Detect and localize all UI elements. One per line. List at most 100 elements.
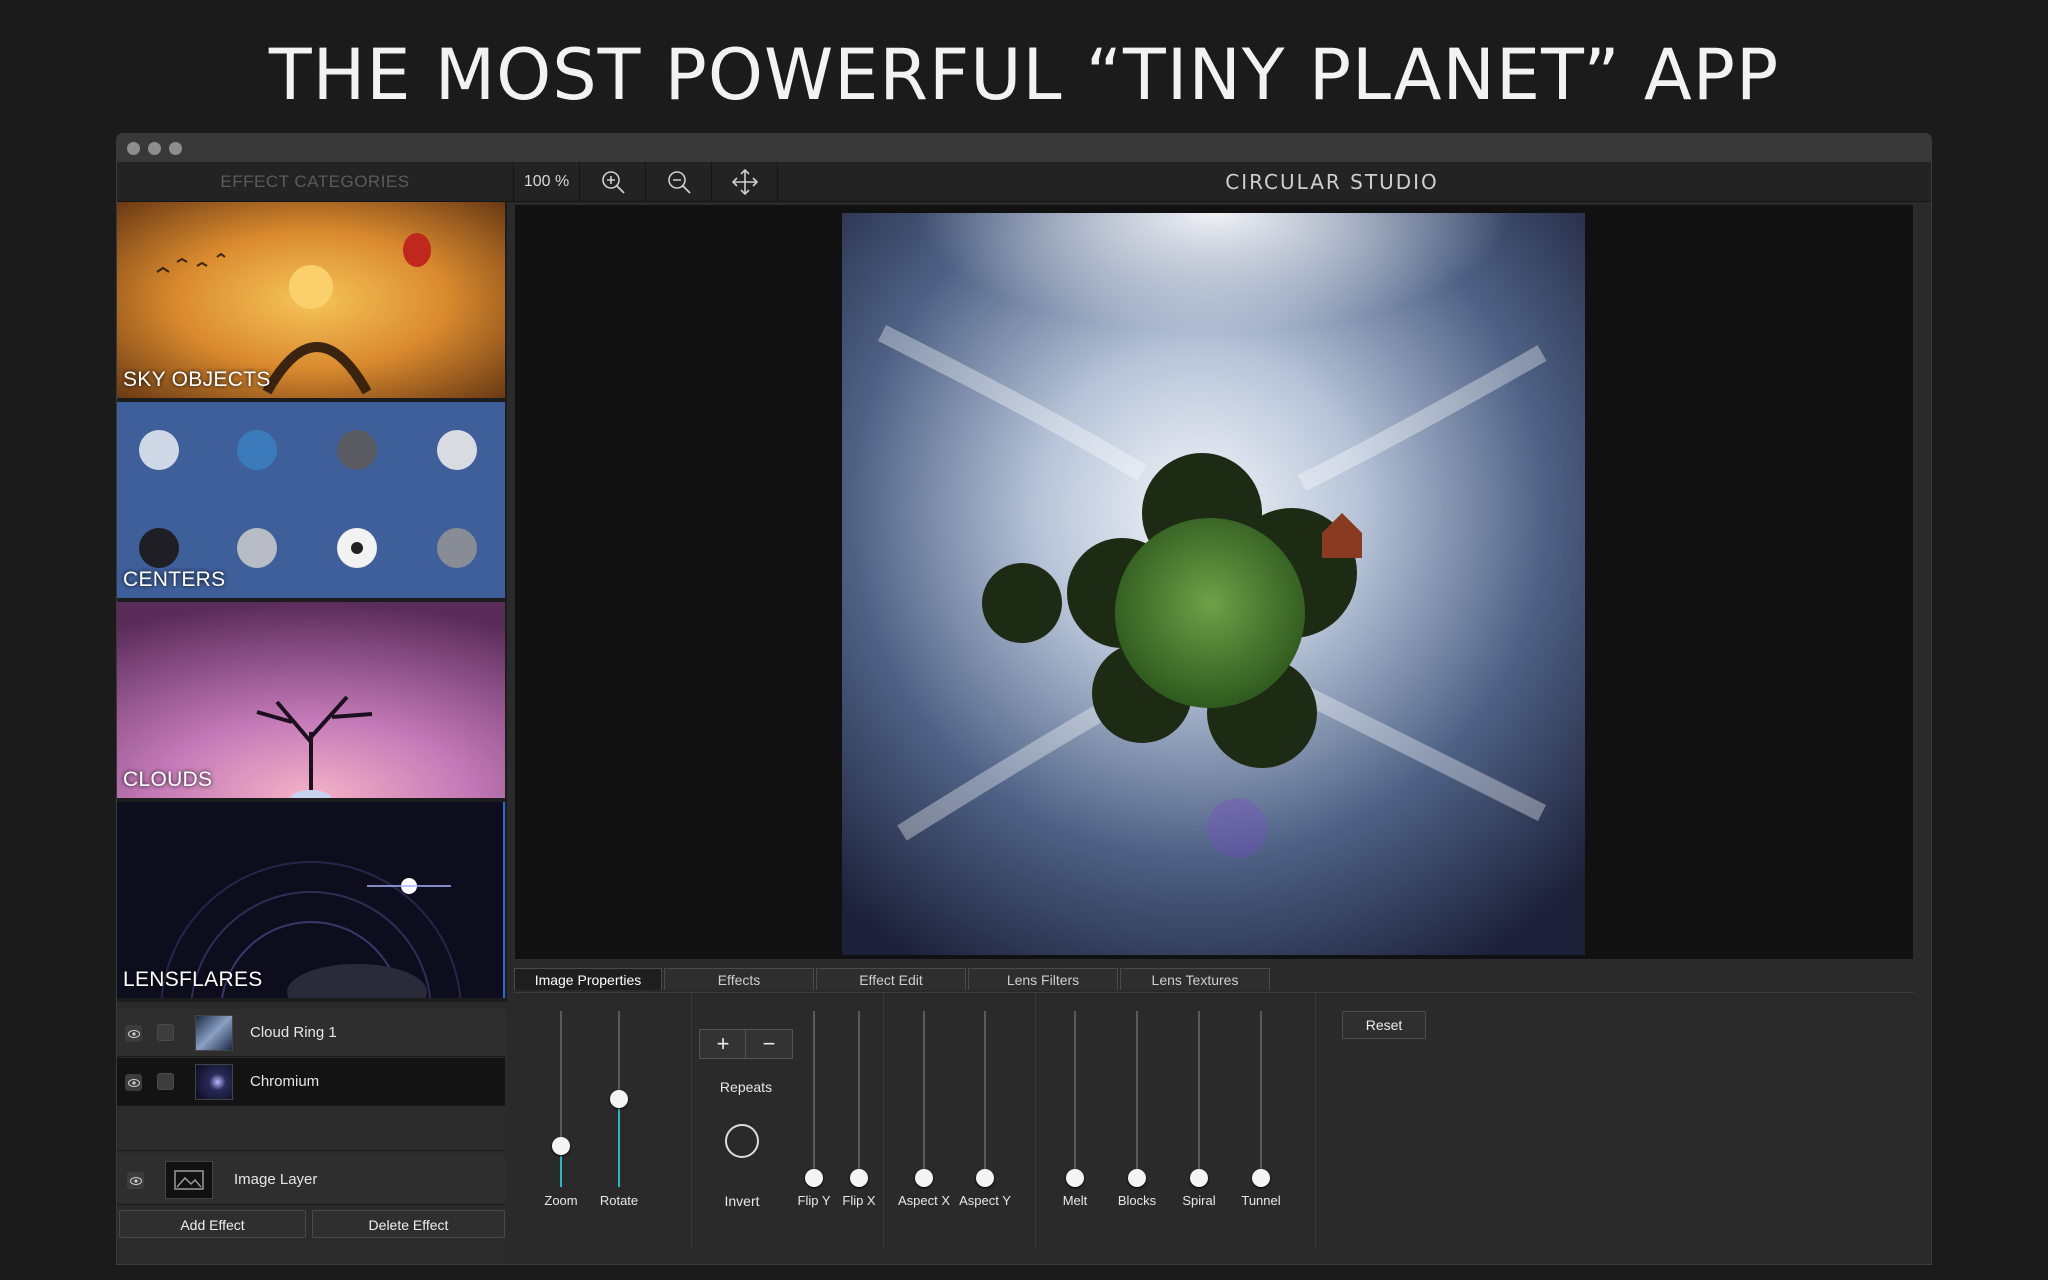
flip-group: Flip Y Flip X [790,993,884,1247]
slider-knob[interactable] [552,1137,570,1156]
slider-track [923,1011,925,1187]
category-sky-objects[interactable]: SKY OBJECTS [117,202,505,398]
effect-categories-panel: SKY OBJECTS CENTERS CLOUDS LENSFLARES [117,202,507,1002]
tab-image-properties[interactable]: Image Properties [514,968,662,990]
layer-name: Chromium [250,1073,320,1090]
distortion-group: Melt Blocks Spiral Tunnel [1036,993,1316,1247]
slider-track [858,1011,860,1187]
zoom-out-icon [667,171,691,194]
slider-knob[interactable] [915,1169,933,1187]
image-layer-thumbnail [165,1161,213,1199]
zoom-in-icon [601,171,625,194]
aspect-x-slider[interactable] [909,1011,939,1191]
rotate-slider[interactable] [604,1011,634,1191]
slider-knob[interactable] [850,1169,868,1187]
melt-slider[interactable] [1060,1011,1090,1191]
category-label: LENSFLARES [123,968,263,991]
visibility-toggle[interactable] [125,1074,142,1091]
slider-knob[interactable] [976,1169,994,1187]
effect-categories-title: EFFECT CATEGORIES [117,162,514,202]
slider-track [1198,1011,1200,1187]
spiral-label: Spiral [1182,1193,1216,1208]
layer-thumbnail [195,1064,233,1100]
slider-knob[interactable] [1252,1169,1270,1187]
image-layer-row[interactable]: Image Layer [117,1155,505,1205]
slider-track [984,1011,986,1187]
zoom-out-button[interactable] [646,162,712,202]
tab-effects[interactable]: Effects [664,968,814,990]
layer-list-spacer [117,1107,505,1151]
category-label: SKY OBJECTS [123,368,271,391]
repeats-group: + − Repeats Invert [692,993,793,1247]
layer-checkbox[interactable] [157,1024,174,1041]
aspect-group: Aspect X Aspect Y [884,993,1036,1247]
spiral-slider[interactable] [1184,1011,1214,1191]
zoom-level: 100 % [514,162,580,202]
move-icon [731,168,758,196]
tab-lens-textures[interactable]: Lens Textures [1120,968,1270,990]
tiny-planet-image [842,213,1585,955]
repeats-plus-button[interactable]: + [699,1029,747,1059]
slider-knob[interactable] [805,1169,823,1187]
slider-track [1260,1011,1262,1187]
category-centers[interactable]: CENTERS [117,402,505,598]
category-label: CLOUDS [123,768,213,791]
zoom-in-button[interactable] [580,162,646,202]
slider-knob[interactable] [1066,1169,1084,1187]
slider-knob[interactable] [610,1090,628,1108]
maximize-window-button[interactable] [169,142,182,155]
property-tabs: Image Properties Effects Effect Edit Len… [514,964,1914,992]
flip-x-slider[interactable] [844,1011,874,1191]
slider-track [813,1011,815,1187]
repeats-minus-button[interactable]: − [745,1029,793,1059]
slider-knob[interactable] [1128,1169,1146,1187]
toolbar: EFFECT CATEGORIES 100 % CIRCULAR STUDIO [117,162,1931,202]
reset-button[interactable]: Reset [1342,1011,1426,1039]
aspect-y-slider[interactable] [970,1011,1000,1191]
eye-icon [127,1029,140,1038]
visibility-toggle[interactable] [127,1172,144,1189]
layer-row[interactable]: Chromium [117,1058,505,1106]
category-label: CENTERS [123,568,226,591]
flip-y-slider[interactable] [799,1011,829,1191]
blocks-label: Blocks [1117,1193,1157,1208]
flip-x-label: Flip X [842,1193,876,1208]
invert-radio[interactable] [725,1124,759,1158]
blocks-slider[interactable] [1122,1011,1152,1191]
invert-label: Invert [724,1193,760,1209]
add-effect-button[interactable]: Add Effect [119,1210,306,1238]
eye-icon [127,1078,140,1087]
category-clouds[interactable]: CLOUDS [117,602,505,798]
app-window: EFFECT CATEGORIES 100 % CIRCULAR STUDIO [117,134,1931,1264]
category-lensflares[interactable]: LENSFLARES [117,802,505,998]
close-window-button[interactable] [127,142,140,155]
melt-label: Melt [1062,1193,1088,1208]
move-button[interactable] [712,162,778,202]
zoom-slider[interactable] [546,1011,576,1191]
layer-checkbox[interactable] [157,1073,174,1090]
canvas-area[interactable] [514,204,1914,960]
slider-fill [618,1099,620,1187]
zoom-rotate-group: Zoom Rotate [514,993,692,1247]
repeats-label: Repeats [719,1079,773,1095]
slider-track [1074,1011,1076,1187]
layer-thumbnail [195,1015,233,1051]
zoom-label: Zoom [544,1193,578,1208]
rotate-label: Rotate [599,1193,639,1208]
tab-effect-edit[interactable]: Effect Edit [816,968,966,990]
title-bar [117,134,1931,162]
slider-knob[interactable] [1190,1169,1208,1187]
layer-buttons: Add Effect Delete Effect [117,1210,507,1240]
aspect-y-label: Aspect Y [959,1193,1011,1208]
layer-row[interactable]: Cloud Ring 1 [117,1009,505,1057]
delete-effect-button[interactable]: Delete Effect [312,1210,505,1238]
minimize-window-button[interactable] [148,142,161,155]
image-properties-panel: Zoom Rotate + − Repeats Invert Flip Y Fl… [514,992,1914,1247]
tab-lens-filters[interactable]: Lens Filters [968,968,1118,990]
eye-icon [129,1176,142,1185]
slider-track [1136,1011,1138,1187]
app-name: CIRCULAR STUDIO [1225,170,1439,194]
tunnel-slider[interactable] [1246,1011,1276,1191]
layer-name: Image Layer [234,1171,318,1188]
visibility-toggle[interactable] [125,1025,142,1042]
